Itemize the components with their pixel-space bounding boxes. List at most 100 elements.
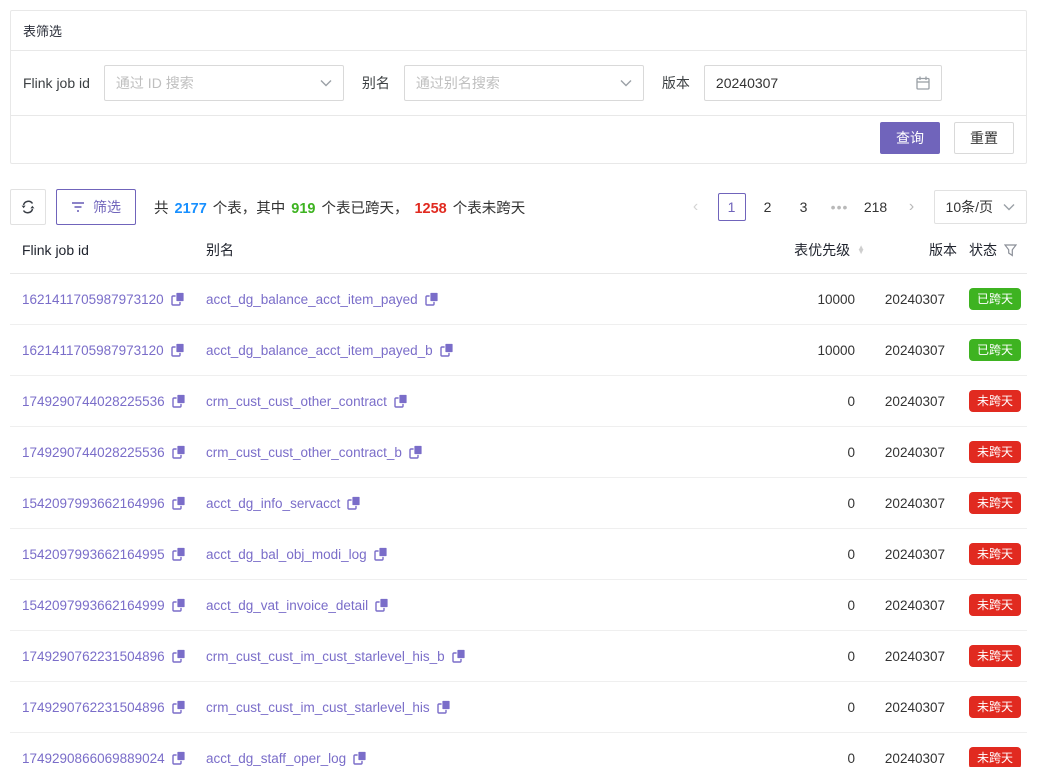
filter-card-title: 表筛选 <box>11 11 1026 51</box>
copy-icon[interactable] <box>353 751 367 765</box>
page-button-1[interactable]: 1 <box>718 193 746 221</box>
filter-toggle-label: 筛选 <box>93 197 121 217</box>
pagination-top: ‹ 1 2 3 ••• 218 › 10条/页 <box>682 190 1027 224</box>
copy-icon[interactable] <box>172 700 186 714</box>
alias-select[interactable]: 通过别名搜索 <box>404 65 644 101</box>
status-badge: 未跨天 <box>969 390 1021 412</box>
table-row: 1749290866069889024 acct_dg_staff_oper_l… <box>10 733 1027 767</box>
refresh-button[interactable] <box>10 189 46 225</box>
alias-link[interactable]: acct_dg_balance_acct_item_payed_b <box>206 343 454 358</box>
copy-icon[interactable] <box>172 445 186 459</box>
crossed-count: 919 <box>291 201 315 217</box>
table-row: 1621411705987973120 acct_dg_balance_acct… <box>10 274 1027 325</box>
alias-placeholder: 通过别名搜索 <box>416 73 620 93</box>
flink-job-id-link[interactable]: 1749290744028225536 <box>22 445 186 460</box>
status-badge: 未跨天 <box>969 492 1021 514</box>
alias-link[interactable]: acct_dg_info_servacct <box>206 496 361 511</box>
copy-icon[interactable] <box>440 343 454 357</box>
version-value: 20240307 <box>885 547 945 562</box>
alias-link[interactable]: crm_cust_cust_im_cust_starlevel_his_b <box>206 649 466 664</box>
copy-icon[interactable] <box>171 343 185 357</box>
copy-icon[interactable] <box>375 598 389 612</box>
table-row: 1749290762231504896 crm_cust_cust_im_cus… <box>10 682 1027 733</box>
version-label: 版本 <box>662 73 690 93</box>
next-page-button[interactable]: › <box>898 193 926 221</box>
chevron-down-icon <box>620 79 632 87</box>
alias-label: 别名 <box>362 73 390 93</box>
version-value: 20240307 <box>885 445 945 460</box>
prev-page-button[interactable]: ‹ <box>682 193 710 221</box>
flink-job-id-link[interactable]: 1749290866069889024 <box>22 751 186 766</box>
status-badge: 已跨天 <box>969 339 1021 361</box>
alias-link[interactable]: acct_dg_balance_acct_item_payed <box>206 292 439 307</box>
copy-icon[interactable] <box>374 547 388 561</box>
flink-job-id-link[interactable]: 1621411705987973120 <box>22 343 185 358</box>
flink-job-id-field: Flink job id 通过 ID 搜索 <box>23 65 344 101</box>
copy-icon[interactable] <box>172 547 186 561</box>
filter-funnel-icon[interactable] <box>1004 244 1017 257</box>
table-filter-card: 表筛选 Flink job id 通过 ID 搜索 别名 通过别名搜索 版本 2… <box>10 10 1027 164</box>
alias-link[interactable]: crm_cust_cust_im_cust_starlevel_his <box>206 700 451 715</box>
page-button-3[interactable]: 3 <box>790 193 818 221</box>
table-row: 1542097993662164995 acct_dg_bal_obj_modi… <box>10 529 1027 580</box>
status-badge: 未跨天 <box>969 441 1021 463</box>
filter-fields-row: Flink job id 通过 ID 搜索 别名 通过别名搜索 版本 20240… <box>11 51 1026 116</box>
alias-link[interactable]: acct_dg_bal_obj_modi_log <box>206 547 388 562</box>
flink-job-id-label: Flink job id <box>23 75 90 91</box>
table-header-row: Flink job id 别名 表优先级▲▼ 版本 状态 <box>10 225 1027 274</box>
version-value: 20240307 <box>885 292 945 307</box>
flink-job-id-link[interactable]: 1542097993662164995 <box>22 547 186 562</box>
column-header-alias: 别名 <box>206 225 745 274</box>
alias-link[interactable]: acct_dg_vat_invoice_detail <box>206 598 389 613</box>
priority-value: 0 <box>847 649 855 664</box>
table-row: 1542097993662164999 acct_dg_vat_invoice_… <box>10 580 1027 631</box>
table-row: 1749290744028225536 crm_cust_cust_other_… <box>10 376 1027 427</box>
copy-icon[interactable] <box>172 394 186 408</box>
column-header-priority[interactable]: 表优先级▲▼ <box>745 225 865 274</box>
copy-icon[interactable] <box>171 292 185 306</box>
copy-icon[interactable] <box>172 598 186 612</box>
flink-job-id-link[interactable]: 1621411705987973120 <box>22 292 185 307</box>
table-row: 1542097993662164996 acct_dg_info_servacc… <box>10 478 1027 529</box>
copy-icon[interactable] <box>394 394 408 408</box>
version-date-input[interactable]: 20240307 <box>704 65 942 101</box>
version-value: 20240307 <box>885 394 945 409</box>
page-size-value: 10条/页 <box>946 197 993 217</box>
copy-icon[interactable] <box>437 700 451 714</box>
copy-icon[interactable] <box>409 445 423 459</box>
chevron-down-icon <box>1003 203 1015 211</box>
status-badge: 未跨天 <box>969 696 1021 718</box>
copy-icon[interactable] <box>172 649 186 663</box>
sort-icon[interactable]: ▲▼ <box>857 246 865 255</box>
flink-job-id-select[interactable]: 通过 ID 搜索 <box>104 65 344 101</box>
copy-icon[interactable] <box>452 649 466 663</box>
page-button-last[interactable]: 218 <box>862 193 890 221</box>
summary-suffix: 个表未跨天 <box>453 201 526 217</box>
copy-icon[interactable] <box>172 496 186 510</box>
page-ellipsis[interactable]: ••• <box>826 193 854 221</box>
table-row: 1749290744028225536 crm_cust_cust_other_… <box>10 427 1027 478</box>
copy-icon[interactable] <box>347 496 361 510</box>
flink-job-id-link[interactable]: 1542097993662164996 <box>22 496 186 511</box>
calendar-icon <box>916 76 930 90</box>
column-header-status[interactable]: 状态 <box>957 225 1027 274</box>
flink-job-id-link[interactable]: 1749290762231504896 <box>22 649 186 664</box>
reset-button[interactable]: 重置 <box>954 122 1014 154</box>
alias-link[interactable]: acct_dg_staff_oper_log <box>206 751 367 766</box>
copy-icon[interactable] <box>425 292 439 306</box>
alias-link[interactable]: crm_cust_cust_other_contract_b <box>206 445 423 460</box>
flink-job-id-link[interactable]: 1749290744028225536 <box>22 394 186 409</box>
version-value: 20240307 <box>885 751 945 766</box>
version-value: 20240307 <box>716 75 916 91</box>
version-value: 20240307 <box>885 343 945 358</box>
flink-job-id-link[interactable]: 1749290762231504896 <box>22 700 186 715</box>
copy-icon[interactable] <box>172 751 186 765</box>
page-size-select[interactable]: 10条/页 <box>934 190 1027 224</box>
status-badge: 未跨天 <box>969 594 1021 616</box>
priority-value: 0 <box>847 598 855 613</box>
page-button-2[interactable]: 2 <box>754 193 782 221</box>
query-button[interactable]: 查询 <box>880 122 940 154</box>
flink-job-id-link[interactable]: 1542097993662164999 <box>22 598 186 613</box>
alias-link[interactable]: crm_cust_cust_other_contract <box>206 394 408 409</box>
filter-toggle-button[interactable]: 筛选 <box>56 189 136 225</box>
